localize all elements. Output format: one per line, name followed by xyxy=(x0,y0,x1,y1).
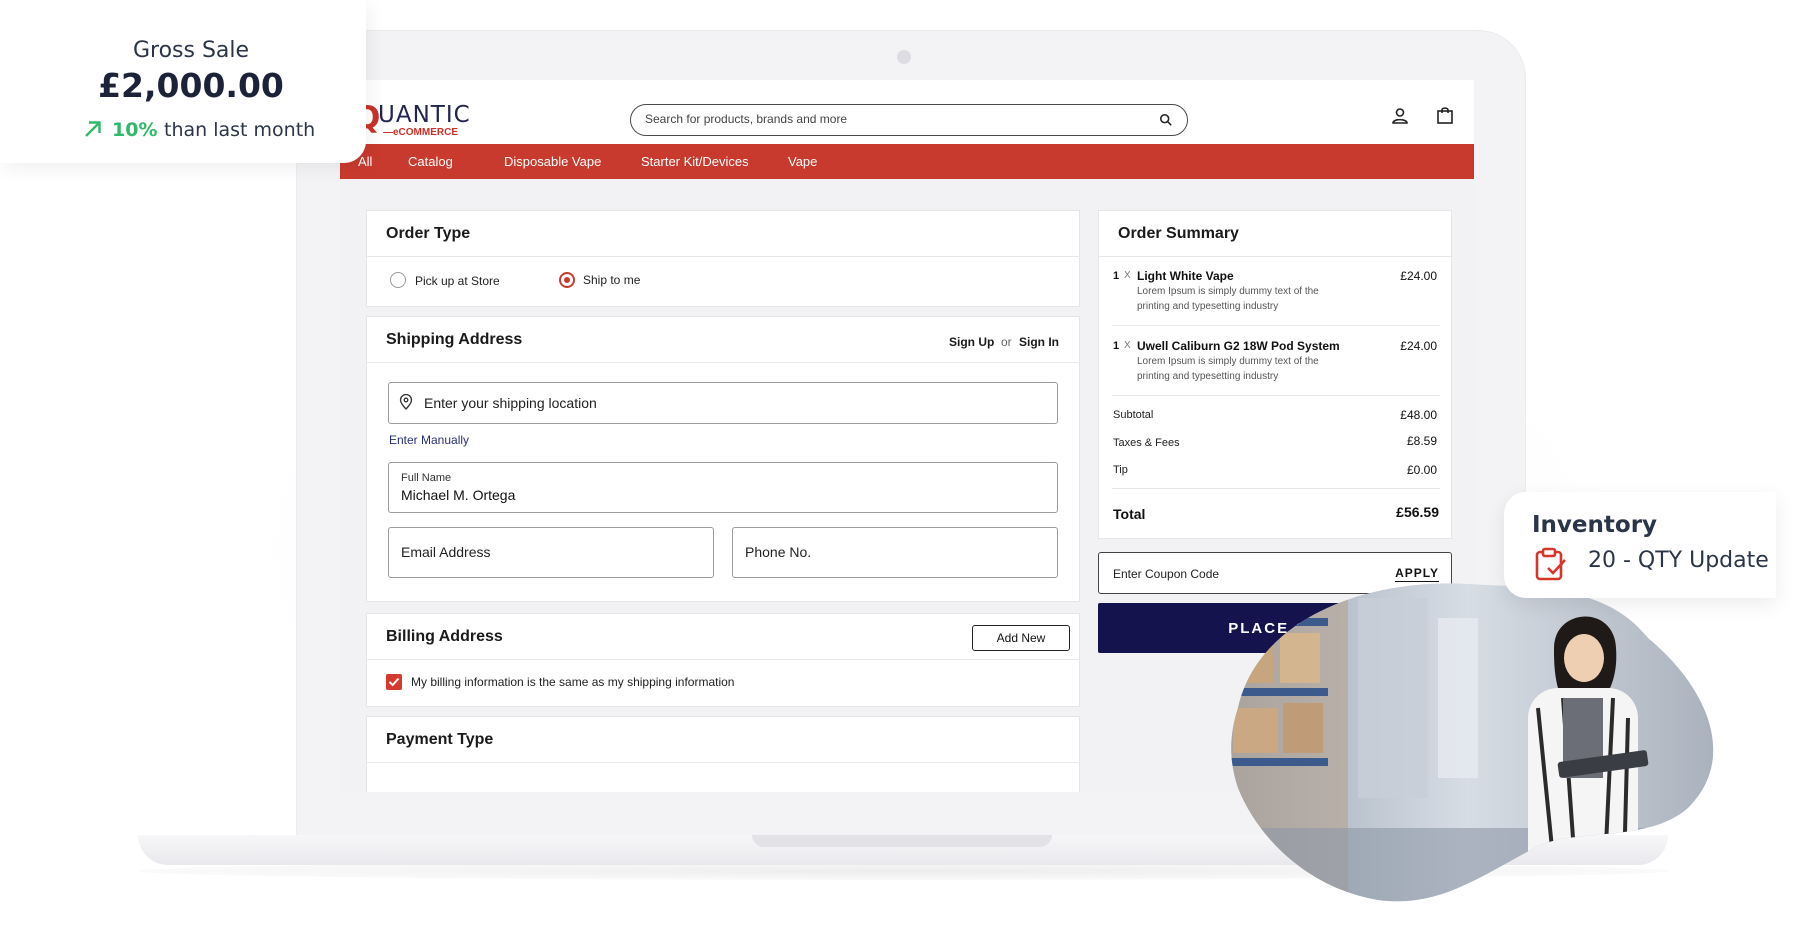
item-price: £24.00 xyxy=(1400,269,1437,283)
item-name: Uwell Caliburn G2 18W Pod System xyxy=(1137,339,1340,353)
item-times: X xyxy=(1124,340,1131,351)
nav-item-vape[interactable]: Vape xyxy=(788,154,817,169)
sign-up-link[interactable]: Sign Up xyxy=(949,335,994,349)
order-type-title: Order Type xyxy=(386,225,471,242)
radio-pickup-label[interactable]: Pick up at Store xyxy=(415,274,500,288)
shipping-title: Shipping Address xyxy=(386,331,523,348)
total-label: Total xyxy=(1113,506,1146,522)
billing-title: Billing Address xyxy=(386,628,503,645)
total-value: £56.59 xyxy=(1396,504,1439,520)
gross-sale-title: Gross Sale xyxy=(132,38,250,63)
phone-field[interactable]: Phone No. xyxy=(732,527,1058,578)
add-new-button[interactable]: Add New xyxy=(972,625,1070,651)
laptop-camera xyxy=(897,50,911,64)
billing-address-card: Billing Address Add New My billing infor… xyxy=(366,613,1081,707)
tip-label: Tip xyxy=(1113,464,1128,476)
nav-item-disposable-vape[interactable]: Disposable Vape xyxy=(504,154,601,169)
search-input[interactable] xyxy=(645,112,1125,126)
gross-sale-value: £2,000.00 xyxy=(98,66,284,105)
radio-ship[interactable] xyxy=(559,272,575,288)
search-bar[interactable] xyxy=(630,104,1188,136)
divider xyxy=(367,256,1081,257)
nav-item-starter-kit[interactable]: Starter Kit/Devices xyxy=(641,154,749,169)
laptop-notch xyxy=(752,835,1052,847)
site-header: Q UANTIC —eCOMMERCE xyxy=(340,80,1474,144)
divider xyxy=(1112,325,1440,326)
search-icon[interactable] xyxy=(1159,113,1173,127)
sign-in-link[interactable]: Sign In xyxy=(1019,335,1059,349)
location-pin-icon xyxy=(399,394,413,410)
item-qty: 1 xyxy=(1113,340,1120,352)
clipboard-check-icon xyxy=(1535,547,1566,581)
order-summary-card: Order Summary 1 X Light White Vape Lorem… xyxy=(1098,210,1453,539)
radio-pickup[interactable] xyxy=(390,272,406,288)
taxes-label: Taxes & Fees xyxy=(1113,437,1180,449)
divider xyxy=(1112,395,1440,396)
radio-ship-label[interactable]: Ship to me xyxy=(583,273,640,287)
full-name-label: Full Name xyxy=(401,472,452,484)
subtotal-value: £48.00 xyxy=(1400,408,1437,422)
or-text: or xyxy=(1001,335,1012,349)
logo-subtext: —eCOMMERCE xyxy=(383,127,459,138)
inventory-card: Inventory 20 - QTY Update xyxy=(1504,492,1776,598)
trend-up-arrow-icon xyxy=(85,121,101,137)
subtotal-label: Subtotal xyxy=(1113,409,1154,421)
tip-value: £0.00 xyxy=(1406,463,1437,477)
inventory-update: 20 - QTY Update xyxy=(1588,548,1769,573)
full-name-value: Michael M. Ortega xyxy=(401,487,516,503)
logo-text: UANTIC xyxy=(378,102,471,128)
order-summary-title: Order Summary xyxy=(1118,225,1239,242)
divider xyxy=(367,362,1081,363)
order-type-card: Order Type Pick up at Store Ship to me xyxy=(366,210,1081,307)
item-qty: 1 xyxy=(1113,270,1120,282)
divider xyxy=(1099,256,1453,257)
divider xyxy=(1112,488,1440,489)
payment-type-card: Payment Type xyxy=(366,716,1081,792)
item-name: Light White Vape xyxy=(1137,269,1234,283)
warehouse-photo xyxy=(1231,583,1714,902)
checkmark-icon xyxy=(388,677,400,687)
phone-placeholder: Phone No. xyxy=(745,544,812,560)
item-times: X xyxy=(1124,270,1131,281)
nav-item-catalog[interactable]: Catalog xyxy=(408,154,453,169)
same-as-shipping-label[interactable]: My billing information is the same as my… xyxy=(411,675,734,689)
inventory-title: Inventory xyxy=(1532,512,1658,538)
gross-sale-card: Gross Sale £2,000.00 10% than last month xyxy=(0,0,366,163)
item-description: Lorem Ipsum is simply dummy text of the … xyxy=(1137,286,1319,312)
enter-manually-link[interactable]: Enter Manually xyxy=(389,433,469,447)
item-description: Lorem Ipsum is simply dummy text of the … xyxy=(1137,356,1319,382)
divider xyxy=(367,762,1081,763)
payment-title: Payment Type xyxy=(386,731,494,748)
gross-sale-comparison: than last month xyxy=(164,119,316,141)
divider xyxy=(367,659,1081,660)
email-field[interactable]: Email Address xyxy=(388,527,714,578)
nav-item-all[interactable]: All xyxy=(358,154,372,169)
category-nav: All Catalog Disposable Vape Starter Kit/… xyxy=(340,144,1474,179)
taxes-value: £8.59 xyxy=(1406,434,1437,448)
full-name-field[interactable]: Full Name Michael M. Ortega xyxy=(388,462,1058,513)
shipping-location-field[interactable]: Enter your shipping location xyxy=(388,382,1058,424)
shipping-address-card: Shipping Address Sign Up or Sign In Ente… xyxy=(366,316,1081,602)
user-icon[interactable] xyxy=(1390,106,1410,126)
shopping-bag-icon[interactable] xyxy=(1435,105,1455,125)
same-as-shipping-checkbox[interactable] xyxy=(386,674,402,690)
shipping-location-placeholder: Enter your shipping location xyxy=(424,395,597,411)
gross-sale-change: 10% xyxy=(112,119,158,141)
email-placeholder: Email Address xyxy=(401,544,491,560)
item-price: £24.00 xyxy=(1400,339,1437,353)
